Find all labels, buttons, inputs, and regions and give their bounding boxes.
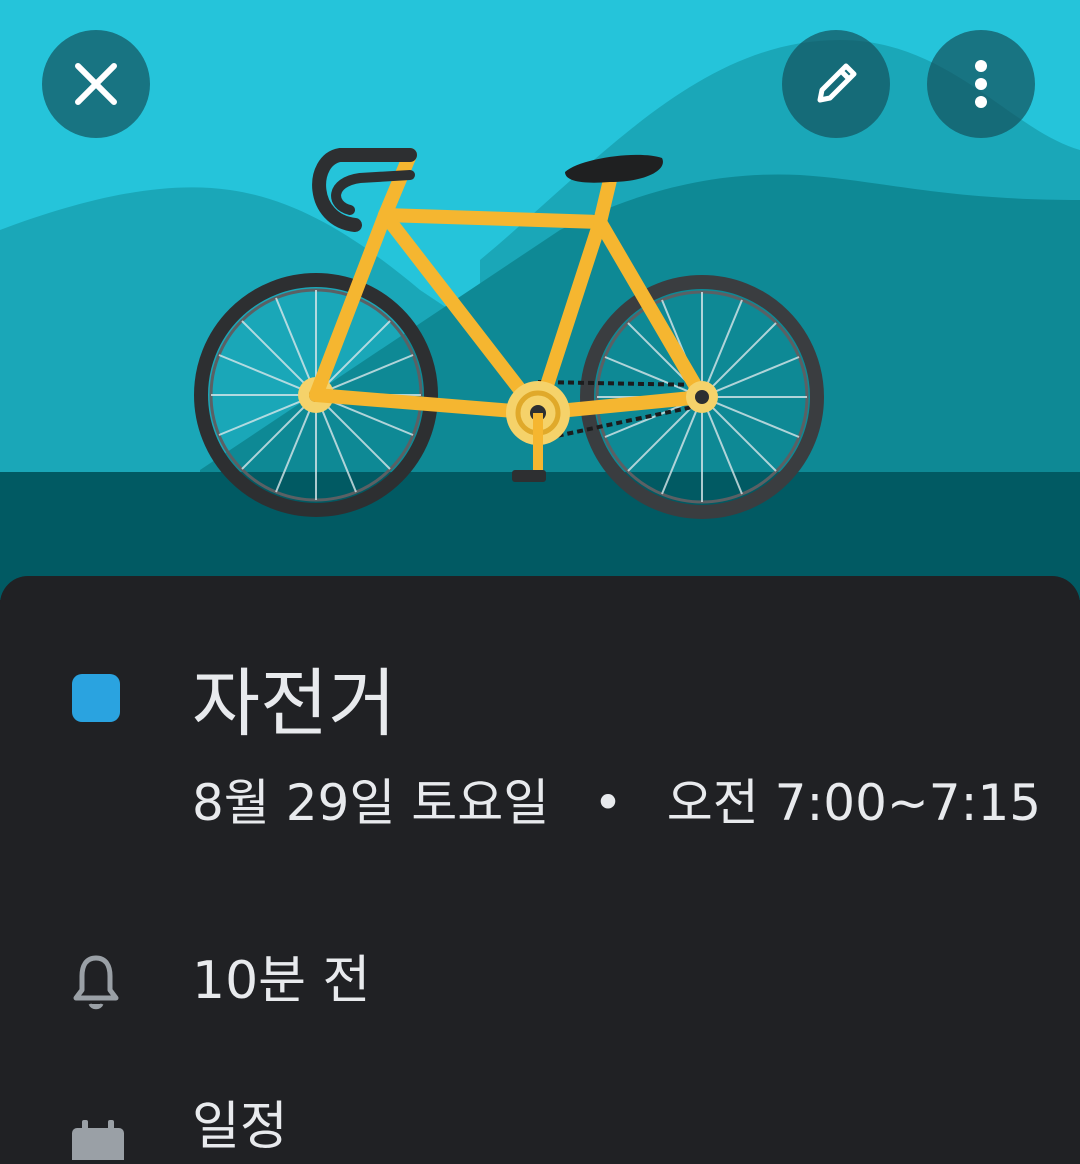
close-icon <box>75 63 117 105</box>
event-header-illustration <box>0 0 1080 600</box>
event-details-sheet <box>0 576 1080 1152</box>
calendar-icon <box>70 1120 126 1164</box>
bicycle-illustration <box>0 0 1080 600</box>
pencil-icon <box>817 63 857 103</box>
event-title: 자전거 <box>192 661 397 747</box>
more-options-button[interactable] <box>927 30 1035 138</box>
event-datetime: 8월 29일 토요일 • 오전 7:00~7:15 <box>192 770 1041 836</box>
close-button[interactable] <box>42 30 150 138</box>
datetime-separator: • <box>593 774 623 832</box>
event-time: 오전 7:00~7:15 <box>666 774 1042 832</box>
event-color-chip <box>72 674 120 722</box>
bell-icon <box>70 952 122 1016</box>
reminder-text[interactable]: 10분 전 <box>192 946 370 1016</box>
event-date: 8월 29일 토요일 <box>192 774 550 832</box>
more-vertical-icon <box>975 60 987 108</box>
edit-button[interactable] <box>782 30 890 138</box>
